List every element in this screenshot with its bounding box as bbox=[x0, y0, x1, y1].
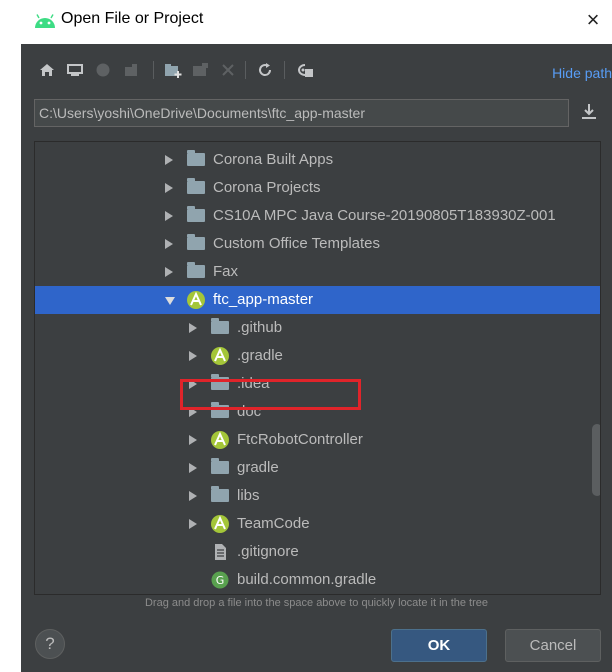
tree-item-label: .gitignore bbox=[237, 543, 299, 560]
tree-item-label: TeamCode bbox=[237, 515, 310, 532]
path-input[interactable]: C:\Users\yoshi\OneDrive\Documents\ftc_ap… bbox=[34, 99, 569, 127]
chevron-right-icon[interactable] bbox=[165, 211, 173, 221]
tree-item[interactable]: .gradle bbox=[35, 342, 600, 370]
tree-item[interactable]: Corona Built Apps bbox=[35, 146, 600, 174]
folder-icon bbox=[211, 458, 229, 474]
desktop-icon[interactable] bbox=[65, 60, 85, 80]
download-icon[interactable] bbox=[581, 103, 597, 121]
tree-item[interactable]: CS10A MPC Java Course-20190805T183930Z-0… bbox=[35, 202, 600, 230]
refresh-icon[interactable] bbox=[255, 60, 275, 80]
tree-item-label: CS10A MPC Java Course-20190805T183930Z-0… bbox=[213, 207, 556, 224]
tree-item-label: Corona Built Apps bbox=[213, 151, 334, 168]
open-project-dialog: Hide path C:\Users\yoshi\OneDrive\Docume… bbox=[21, 44, 612, 672]
chevron-right-icon[interactable] bbox=[165, 239, 173, 249]
home-icon[interactable] bbox=[37, 60, 57, 80]
folder-icon bbox=[187, 206, 205, 222]
chevron-right-icon[interactable] bbox=[165, 155, 173, 165]
toolbar-separator bbox=[284, 61, 285, 79]
android-module-icon bbox=[211, 347, 229, 365]
tree-item[interactable]: .github bbox=[35, 314, 600, 342]
tree-item[interactable]: ftc_app-master bbox=[35, 286, 600, 314]
help-button[interactable]: ? bbox=[35, 629, 65, 659]
folder-icon bbox=[187, 262, 205, 278]
tree-item-label: ftc_app-master bbox=[213, 291, 314, 308]
drag-drop-hint: Drag and drop a file into the space abov… bbox=[144, 597, 489, 609]
chevron-right-icon[interactable] bbox=[189, 323, 197, 333]
chevron-right-icon[interactable] bbox=[189, 351, 197, 361]
chevron-right-icon[interactable] bbox=[165, 267, 173, 277]
tree-item[interactable]: Corona Projects bbox=[35, 174, 600, 202]
hide-path-link[interactable]: Hide path bbox=[552, 65, 612, 81]
folder-icon bbox=[187, 178, 205, 194]
tree-item[interactable]: TeamCode bbox=[35, 510, 600, 538]
android-module-icon bbox=[211, 431, 229, 449]
module-icon bbox=[121, 60, 141, 80]
new-folder-icon[interactable] bbox=[163, 60, 183, 80]
folder-icon bbox=[187, 234, 205, 250]
tree-item[interactable]: Custom Office Templates bbox=[35, 230, 600, 258]
delete-icon bbox=[218, 60, 238, 80]
tree-item[interactable]: FtcRobotController bbox=[35, 426, 600, 454]
svg-text:G: G bbox=[216, 574, 225, 587]
folder-icon bbox=[211, 318, 229, 334]
tree-item[interactable]: libs bbox=[35, 482, 600, 510]
cancel-button[interactable]: Cancel bbox=[505, 629, 601, 662]
show-hidden-icon[interactable] bbox=[295, 60, 315, 80]
tree-item-label: Corona Projects bbox=[213, 179, 321, 196]
ok-button[interactable]: OK bbox=[391, 629, 487, 662]
window-title: Open File or Project bbox=[61, 10, 204, 27]
tree-item[interactable]: gradle bbox=[35, 454, 600, 482]
chevron-right-icon[interactable] bbox=[165, 183, 173, 193]
toolbar-separator bbox=[153, 61, 154, 79]
title-bar: Open File or Project × bbox=[0, 0, 612, 44]
gradle-file-icon: G bbox=[211, 571, 229, 589]
text-file-icon bbox=[215, 544, 226, 560]
chevron-right-icon[interactable] bbox=[189, 519, 197, 529]
chevron-down-icon[interactable] bbox=[165, 297, 175, 305]
tree-item-label: Custom Office Templates bbox=[213, 235, 381, 252]
tree-item-label: libs bbox=[237, 487, 260, 504]
tree-item-label: build.common.gradle bbox=[237, 571, 377, 588]
file-tree[interactable]: Corona Built Apps Corona Projects CS10A MP… bbox=[34, 141, 601, 595]
toolbar: Hide path bbox=[21, 44, 612, 94]
chevron-right-icon[interactable] bbox=[189, 463, 197, 473]
project-icon bbox=[93, 60, 113, 80]
tree-item-label: .github bbox=[237, 319, 283, 336]
module-folder-icon bbox=[191, 60, 211, 80]
vertical-scrollbar[interactable] bbox=[592, 424, 600, 496]
tree-item[interactable]: Fax bbox=[35, 258, 600, 286]
path-row: C:\Users\yoshi\OneDrive\Documents\ftc_ap… bbox=[34, 99, 599, 127]
tree-item[interactable]: Gbuild.common.gradle bbox=[35, 566, 600, 594]
chevron-right-icon[interactable] bbox=[189, 491, 197, 501]
tree-item-label: .gradle bbox=[237, 347, 283, 364]
chevron-right-icon[interactable] bbox=[189, 435, 197, 445]
close-button[interactable]: × bbox=[580, 5, 606, 35]
folder-icon bbox=[187, 150, 205, 166]
android-module-icon bbox=[211, 515, 229, 533]
tree-item-label: Fax bbox=[213, 263, 239, 280]
folder-icon bbox=[211, 486, 229, 502]
android-module-icon bbox=[187, 291, 205, 309]
tree-item-label: gradle bbox=[237, 459, 279, 476]
android-studio-icon bbox=[35, 14, 55, 28]
tree-item[interactable]: .gitignore bbox=[35, 538, 600, 566]
highlight-box bbox=[180, 379, 361, 410]
tree-item-label: FtcRobotController bbox=[237, 431, 363, 448]
toolbar-separator bbox=[245, 61, 246, 79]
